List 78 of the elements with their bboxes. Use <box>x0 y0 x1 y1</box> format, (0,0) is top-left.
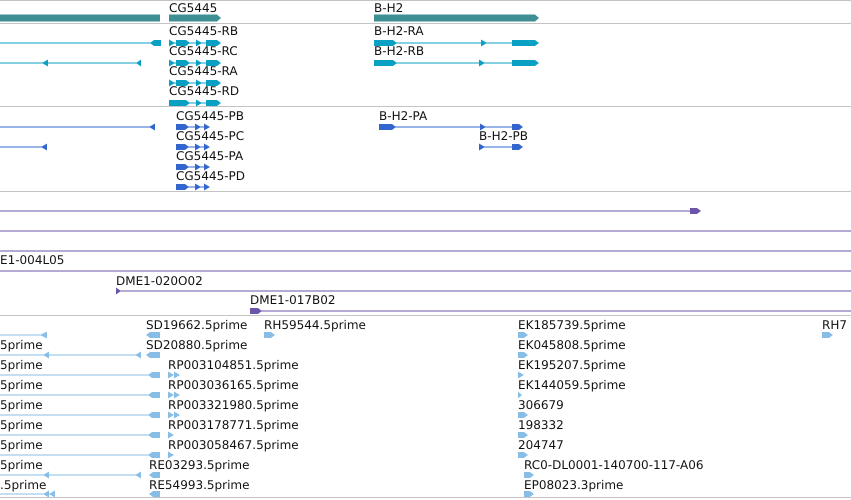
feature-label: 5prime <box>0 358 43 372</box>
feature-label: EK144059.5prime <box>518 378 626 392</box>
est-glyph <box>0 490 55 498</box>
protein-glyph <box>176 143 210 151</box>
protein-glyph <box>176 163 210 171</box>
feature-label: SD19662.5prime <box>146 318 248 332</box>
feature-label: RE54993.5prime <box>149 478 250 492</box>
feature-label: 5prime <box>0 438 43 452</box>
feature-label: 204747 <box>518 438 564 452</box>
feature-label: B-H2-PB <box>479 129 528 143</box>
est-glyph <box>264 331 275 339</box>
feature-label: E1-004L05 <box>0 253 64 267</box>
feature-label: CG5445-PC <box>176 129 244 143</box>
protein-glyph <box>0 143 47 151</box>
feature-label: EP08023.3prime <box>524 478 624 492</box>
feature-label: 5prime <box>0 378 43 392</box>
feature-label: DME1-017B02 <box>250 293 336 307</box>
feature-label: 5prime <box>0 398 43 412</box>
feature-label: CG5445-RB <box>169 24 238 38</box>
feature-label: EK195207.5prime <box>518 358 626 372</box>
feature-label: B-H2-PA <box>379 109 428 123</box>
feature-label: CG5445-RA <box>169 64 238 78</box>
est-glyph <box>524 490 534 498</box>
feature-label: CG5445-PA <box>176 149 244 163</box>
est-glyph <box>146 331 160 339</box>
feature-label: B-H2 <box>374 1 404 15</box>
feature-label: RP003036165.5prime <box>168 378 299 392</box>
est-glyph <box>518 331 528 339</box>
est-glyph <box>0 331 47 339</box>
est-glyph <box>168 431 174 439</box>
feature-label: 198332 <box>518 418 564 432</box>
feature-label: CG5445-RD <box>169 84 240 98</box>
feature-label: RP003321980.5prime <box>168 398 299 412</box>
feature-label: CG5445 <box>169 1 218 15</box>
feature-label: .5prime <box>0 478 46 492</box>
est-glyph <box>518 451 528 459</box>
feature-label: RP003058467.5prime <box>168 438 299 452</box>
est-glyph <box>168 371 180 379</box>
est-glyph <box>518 351 528 359</box>
transcript-glyph <box>169 59 221 67</box>
est-glyph <box>518 371 524 379</box>
transcript-glyph <box>169 99 221 107</box>
feature-label: EK185739.5prime <box>518 318 626 332</box>
feature-label: B-H2-RB <box>374 44 424 58</box>
feature-label: RP003178771.5prime <box>168 418 299 432</box>
feature-label: RC0-DL0001-140700-117-A06 <box>524 458 704 472</box>
feature-label: 5prime <box>0 418 43 432</box>
gene-glyph <box>169 14 221 22</box>
feature-label: 5prime <box>0 338 43 352</box>
feature-label: CG5445-PB <box>176 109 244 123</box>
feature-label: RH7 <box>822 318 847 332</box>
transcript-glyph <box>169 39 221 47</box>
est-glyph <box>518 411 528 419</box>
feature-label: EK045808.5prime <box>518 338 626 352</box>
feature-label: CG5445-PD <box>176 169 246 183</box>
feature-label: RP003104851.5prime <box>168 358 299 372</box>
protein-glyph <box>479 143 523 151</box>
feature-label: DME1-020O02 <box>116 274 203 288</box>
est-glyph <box>149 471 160 479</box>
est-glyph <box>524 471 534 479</box>
est-glyph <box>518 391 522 399</box>
est-glyph <box>168 411 180 419</box>
protein-glyph <box>176 123 210 131</box>
feature-label: RE03293.5prime <box>149 458 250 472</box>
est-glyph <box>149 490 160 498</box>
est-glyph <box>168 391 180 399</box>
feature-label: 5prime <box>0 458 43 472</box>
feature-label: CG5445-RC <box>169 44 238 58</box>
protein-glyph <box>176 183 210 191</box>
transcript-glyph <box>169 79 221 87</box>
feature-label: 306679 <box>518 398 564 412</box>
feature-label: B-H2-RA <box>374 24 424 38</box>
feature-label: RH59544.5prime <box>264 318 366 332</box>
est-glyph <box>146 351 160 359</box>
feature-label: SD20880.5prime <box>146 338 248 352</box>
est-glyph <box>168 451 174 459</box>
est-glyph <box>518 431 528 439</box>
est-glyph <box>822 331 833 339</box>
